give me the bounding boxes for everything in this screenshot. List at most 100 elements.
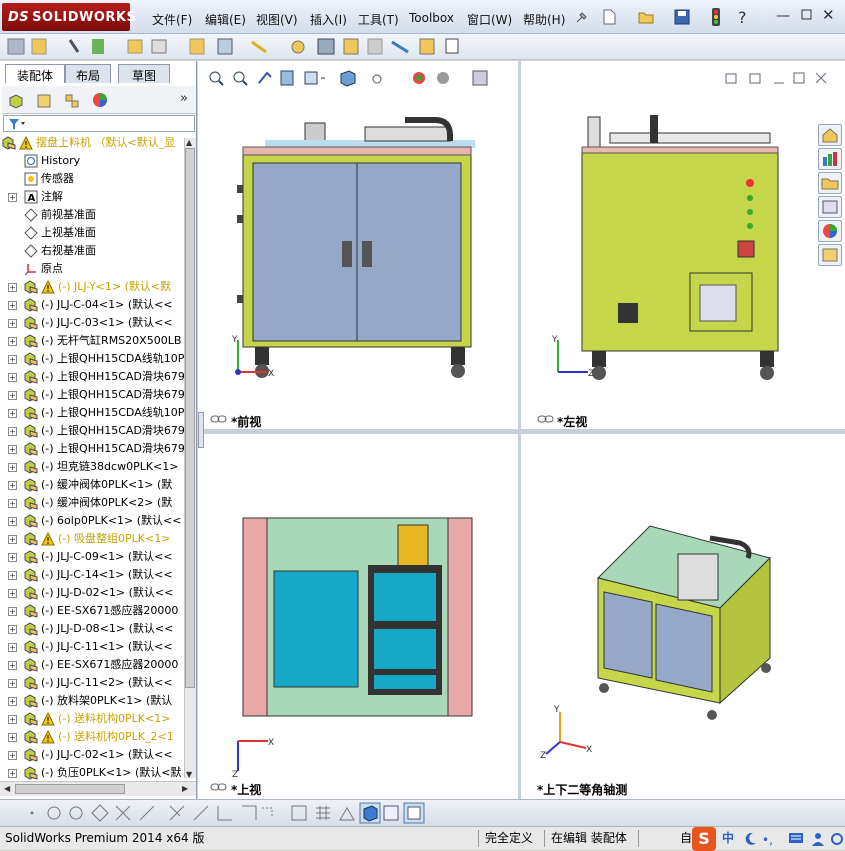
custom-properties-icon[interactable] — [818, 244, 842, 266]
panel-collapse-handle[interactable] — [198, 412, 204, 448]
tree-item-component[interactable]: + (-) JLJ-C-11<2> (默认<< — [2, 674, 186, 692]
ime-moon-icon[interactable] — [742, 831, 758, 850]
expand-toggle-icon[interactable]: + — [8, 625, 17, 634]
scroll-up-arrow-icon[interactable]: ▲ — [186, 138, 192, 147]
panel-tab-0[interactable]: 装配体 — [5, 64, 65, 83]
tree-item-component[interactable]: + (-) 缓冲阀体0PLK<2> (默 — [2, 494, 186, 512]
menu-item-4[interactable]: 工具(T) — [358, 11, 399, 28]
tree-item-fixed[interactable]: 右视基准面 — [2, 242, 186, 260]
tree-horizontal-scrollbar[interactable]: ◀ ▶ — [0, 781, 196, 796]
viewport-horizontal-splitter[interactable] — [198, 429, 845, 434]
expand-toggle-icon[interactable]: + — [8, 733, 17, 742]
configuration-manager-tab-icon[interactable] — [63, 92, 81, 113]
tree-item-component[interactable]: + (-) JLJ-Y<1> (默认<默 — [2, 278, 186, 296]
expand-toggle-icon[interactable]: + — [8, 697, 17, 706]
appearances-icon[interactable] — [818, 220, 842, 242]
tree-item-component[interactable]: + (-) JLJ-C-04<1> (默认<< — [2, 296, 186, 314]
tree-root-assembly[interactable]: 摆盘上料机 （默认<默认_显 — [2, 134, 186, 152]
view-link-icon[interactable] — [210, 782, 228, 795]
expand-toggle-icon[interactable]: + — [8, 391, 17, 400]
scroll-down-arrow-icon[interactable]: ▼ — [186, 770, 192, 779]
ime-user-icon[interactable] — [810, 831, 826, 850]
toolbar-icons[interactable] — [0, 34, 470, 60]
tree-item-component[interactable]: + (-) 坦克链38dcw0PLK<1> — [2, 458, 186, 476]
expand-toggle-icon[interactable]: + — [8, 517, 17, 526]
expand-toggle-icon[interactable]: + — [8, 751, 17, 760]
pin-icon[interactable] — [574, 9, 590, 28]
tree-item-fixed[interactable]: 传感器 — [2, 170, 186, 188]
horizontal-scroll-thumb[interactable] — [15, 784, 125, 794]
menu-item-0[interactable]: 文件(F) — [152, 11, 192, 28]
tree-item-component[interactable]: + (-) JLJ-C-11<1> (默认<< — [2, 638, 186, 656]
restore-button[interactable] — [800, 7, 814, 24]
display-manager-tab-icon[interactable] — [91, 91, 109, 112]
expand-toggle-icon[interactable]: + — [8, 535, 17, 544]
view-link-icon[interactable] — [537, 414, 555, 427]
sketch-tool-icons[interactable] — [0, 800, 440, 826]
property-manager-tab-icon[interactable] — [35, 92, 53, 113]
expand-toggle-icon[interactable]: + — [8, 679, 17, 688]
tree-item-fixed[interactable]: History — [2, 152, 186, 170]
ime-settings-icon[interactable] — [830, 831, 844, 850]
filter-box[interactable] — [3, 115, 195, 132]
expand-toggle-icon[interactable]: + — [8, 283, 17, 292]
expand-toggle-icon[interactable]: + — [8, 571, 17, 580]
tree-item-component[interactable]: + (-) 放料架0PLK<1> (默认 — [2, 692, 186, 710]
tree-item-fixed[interactable]: 前视基准面 — [2, 206, 186, 224]
expand-toggle-icon[interactable]: + — [8, 319, 17, 328]
expand-toggle-icon[interactable]: + — [8, 337, 17, 346]
close-button[interactable]: ✕ — [822, 6, 835, 24]
viewport-control-icons[interactable] — [724, 71, 834, 90]
help-question-icon[interactable]: ? — [738, 8, 747, 27]
expand-toggle-icon[interactable]: + — [8, 481, 17, 490]
scroll-right-arrow-icon[interactable]: ▶ — [182, 784, 188, 793]
expand-toggle-icon[interactable]: + — [8, 193, 17, 202]
solidworks-logo[interactable]: DS SOLIDWORKS — [2, 3, 136, 31]
tree-item-component[interactable]: + (-) EE-SX671感应器20000 — [2, 602, 186, 620]
expand-toggle-icon[interactable]: + — [8, 553, 17, 562]
expand-toggle-icon[interactable]: + — [8, 661, 17, 670]
minimize-button[interactable]: — — [776, 8, 790, 24]
expand-toggle-icon[interactable]: + — [8, 589, 17, 598]
menu-item-6[interactable]: 窗口(W) — [467, 11, 512, 28]
expand-toggle-icon[interactable]: + — [8, 373, 17, 382]
tree-item-component[interactable]: + (-) 缓冲阀体0PLK<1> (默 — [2, 476, 186, 494]
view-link-icon[interactable] — [210, 414, 228, 427]
tree-item-fixed[interactable]: 原点 — [2, 260, 186, 278]
tree-item-component[interactable]: + (-) 送料机构0PLK<1> — [2, 710, 186, 728]
tree-item-component[interactable]: + (-) JLJ-C-09<1> (默认<< — [2, 548, 186, 566]
tree-item-component[interactable]: + (-) 送料机构0PLK_2<1 — [2, 728, 186, 746]
menu-item-7[interactable]: 帮助(H) — [523, 11, 565, 28]
expand-toggle-icon[interactable]: + — [8, 769, 17, 778]
tree-item-component[interactable]: + (-) 负压0PLK<1> (默认<默 — [2, 764, 186, 780]
tree-item-component[interactable]: + (-) 吸盘整组0PLK<1> — [2, 530, 186, 548]
tree-item-component[interactable]: + (-) 6olp0PLK<1> (默认<< — [2, 512, 186, 530]
panel-tab-1[interactable]: 布局 — [65, 64, 111, 83]
expand-panel-icon[interactable]: » — [180, 91, 188, 106]
rebuild-traffic-light-icon[interactable] — [710, 7, 722, 30]
ime-chinese-mode[interactable]: 中 — [722, 830, 734, 847]
open-folder-icon[interactable] — [637, 8, 655, 29]
expand-toggle-icon[interactable]: + — [8, 643, 17, 652]
tree-item-component[interactable]: + (-) JLJ-C-14<1> (默认<< — [2, 566, 186, 584]
sogou-ime-icon[interactable]: S — [692, 827, 716, 851]
save-icon[interactable] — [673, 8, 691, 29]
expand-toggle-icon[interactable]: + — [8, 445, 17, 454]
design-library-icon[interactable] — [818, 148, 842, 170]
tree-item-component[interactable]: + (-) EE-SX671感应器20000 — [2, 656, 186, 674]
menu-item-1[interactable]: 编辑(E) — [205, 11, 246, 28]
tree-item-component[interactable]: + (-) JLJ-C-03<1> (默认<< — [2, 314, 186, 332]
expand-toggle-icon[interactable]: + — [8, 355, 17, 364]
tree-scroll-thumb[interactable] — [185, 148, 195, 688]
scroll-left-arrow-icon[interactable]: ◀ — [4, 784, 10, 793]
panel-tab-2[interactable]: 草图 — [118, 64, 170, 83]
view-palette-icon[interactable] — [818, 196, 842, 218]
tree-item-component[interactable]: + (-) JLJ-C-02<1> (默认<< — [2, 746, 186, 764]
feature-manager-tab-icon[interactable] — [7, 92, 25, 113]
menu-item-2[interactable]: 视图(V) — [256, 11, 298, 28]
ime-keyboard-icon[interactable] — [788, 832, 804, 847]
solidworks-resources-icon[interactable] — [818, 124, 842, 146]
expand-toggle-icon[interactable]: + — [8, 463, 17, 472]
tree-item-component[interactable]: + (-) 上银QHH15CDA线轨10P — [2, 350, 186, 368]
tree-item-component[interactable]: + (-) 上银QHH15CAD滑块679 — [2, 422, 186, 440]
